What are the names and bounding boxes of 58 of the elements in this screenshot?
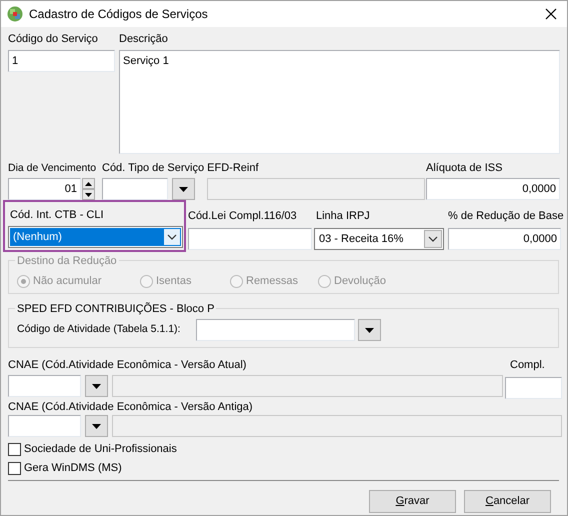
field-label: CNAE (Cód.Atividade Econômica - Versão Atual) — [8, 358, 248, 372]
group-title: SPED EFD CONTRIBUIÇÕES - Bloco P — [15, 301, 216, 318]
field-label: Compl. — [510, 358, 546, 372]
checkbox-label: Gera WinDMS (MS) — [24, 460, 122, 476]
input-field[interactable] — [505, 377, 562, 399]
input-field[interactable] — [207, 178, 425, 200]
spin-up-button[interactable] — [82, 178, 95, 189]
window-title: Cadastro de Códigos de Serviços — [29, 6, 209, 23]
chevron-icon — [167, 234, 177, 240]
caret-icon — [365, 328, 374, 332]
input-field[interactable] — [112, 375, 503, 397]
radio-label: Devolução — [334, 274, 386, 289]
caret-icon — [92, 384, 101, 388]
up-arrow-icon — [85, 182, 92, 186]
input-field[interactable] — [102, 178, 168, 200]
input-field[interactable] — [8, 375, 81, 397]
dropdown-button[interactable] — [85, 375, 108, 397]
field-label: Cód. Tipo de Serviço EFD-Reinf — [102, 161, 260, 175]
dropdown-select[interactable]: (Nenhum) — [8, 226, 183, 248]
field-label: Código de Atividade (Tabela 5.1.1): — [17, 322, 182, 338]
code-field[interactable]: 1 — [8, 50, 115, 72]
radio-label: Não acumular — [33, 274, 102, 289]
dropdown-button[interactable] — [358, 319, 381, 341]
dialog-button[interactable]: Cancelar — [464, 490, 551, 513]
field-label: Linha IRPJ — [316, 209, 371, 223]
checkbox[interactable] — [8, 442, 21, 456]
field-label: CNAE (Cód.Atividade Econômica - Versão Antiga) — [8, 400, 254, 414]
field-label: % de Redução de Base — [448, 209, 564, 223]
field-label: Dia de Vencimento — [8, 161, 98, 175]
app-icon — [7, 6, 23, 22]
description-field[interactable]: Serviço 1 — [119, 50, 560, 154]
field-label: Código do Serviço — [8, 32, 99, 46]
field-label: Alíquota de ISS — [426, 161, 504, 175]
field-label: Descrição — [119, 32, 169, 46]
input-field[interactable] — [8, 415, 81, 437]
chevron-icon — [428, 236, 438, 242]
input-field[interactable] — [188, 228, 312, 250]
group-title: Destino da Redução — [15, 253, 119, 270]
checkbox-label: Sociedade de Uni-Profissionais — [24, 442, 177, 457]
field-label: Cód. Int. CTB - CLI — [10, 208, 105, 222]
input-field[interactable]: 0,0000 — [448, 228, 561, 250]
dialog-button[interactable]: Gravar — [369, 490, 456, 513]
caret-icon — [179, 186, 188, 192]
dropdown-select[interactable]: 03 - Receita 16% — [314, 228, 444, 250]
down-arrow-icon — [85, 192, 92, 196]
dropdown-button[interactable] — [172, 178, 195, 200]
caret-icon — [92, 424, 101, 428]
input-field[interactable]: 0,0000 — [426, 178, 560, 200]
radio-label: Remessas — [246, 274, 298, 289]
spin-down-button[interactable] — [82, 189, 95, 200]
dropdown-button[interactable] — [85, 415, 108, 437]
close-icon — [545, 8, 557, 20]
field-label: Cód.Lei Compl.116/03 — [188, 209, 298, 223]
input-field[interactable] — [112, 415, 562, 437]
day-field[interactable]: 01 — [8, 178, 81, 200]
input-field[interactable] — [196, 319, 355, 341]
checkbox[interactable] — [8, 462, 21, 474]
radio-label: Isentas — [156, 274, 192, 289]
